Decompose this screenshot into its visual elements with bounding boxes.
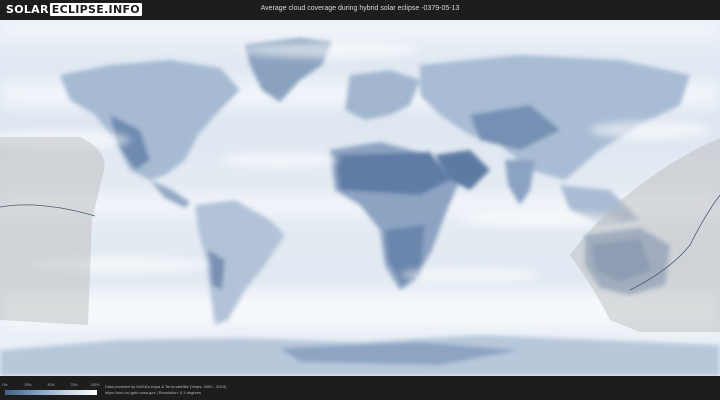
- header: SOLAR ECLIPSE.INFO Average cloud coverage…: [0, 0, 720, 20]
- map-title: Average cloud coverage during hybrid sol…: [260, 5, 460, 12]
- data-credit: Data provided by NASA's Aqua & Terra sat…: [105, 384, 227, 389]
- legend-tick-25: 25%: [24, 383, 32, 387]
- legend-tick-75: 75%: [70, 383, 78, 387]
- map-svg: [0, 20, 720, 376]
- legend-tick-100: 100%: [90, 383, 100, 387]
- cloud-coverage-map[interactable]: [0, 20, 720, 376]
- footer: 0% 25% 50% 75% 100% Data provided by NAS…: [0, 376, 720, 400]
- cloud-coverage-legend: [5, 390, 97, 395]
- legend-tick-50: 50%: [47, 383, 55, 387]
- night-shadow-west: [0, 137, 105, 325]
- legend-tick-0: 0%: [2, 383, 8, 387]
- data-source-link[interactable]: https://neo.sci.gsfc.nasa.gov | Resoluti…: [105, 390, 201, 395]
